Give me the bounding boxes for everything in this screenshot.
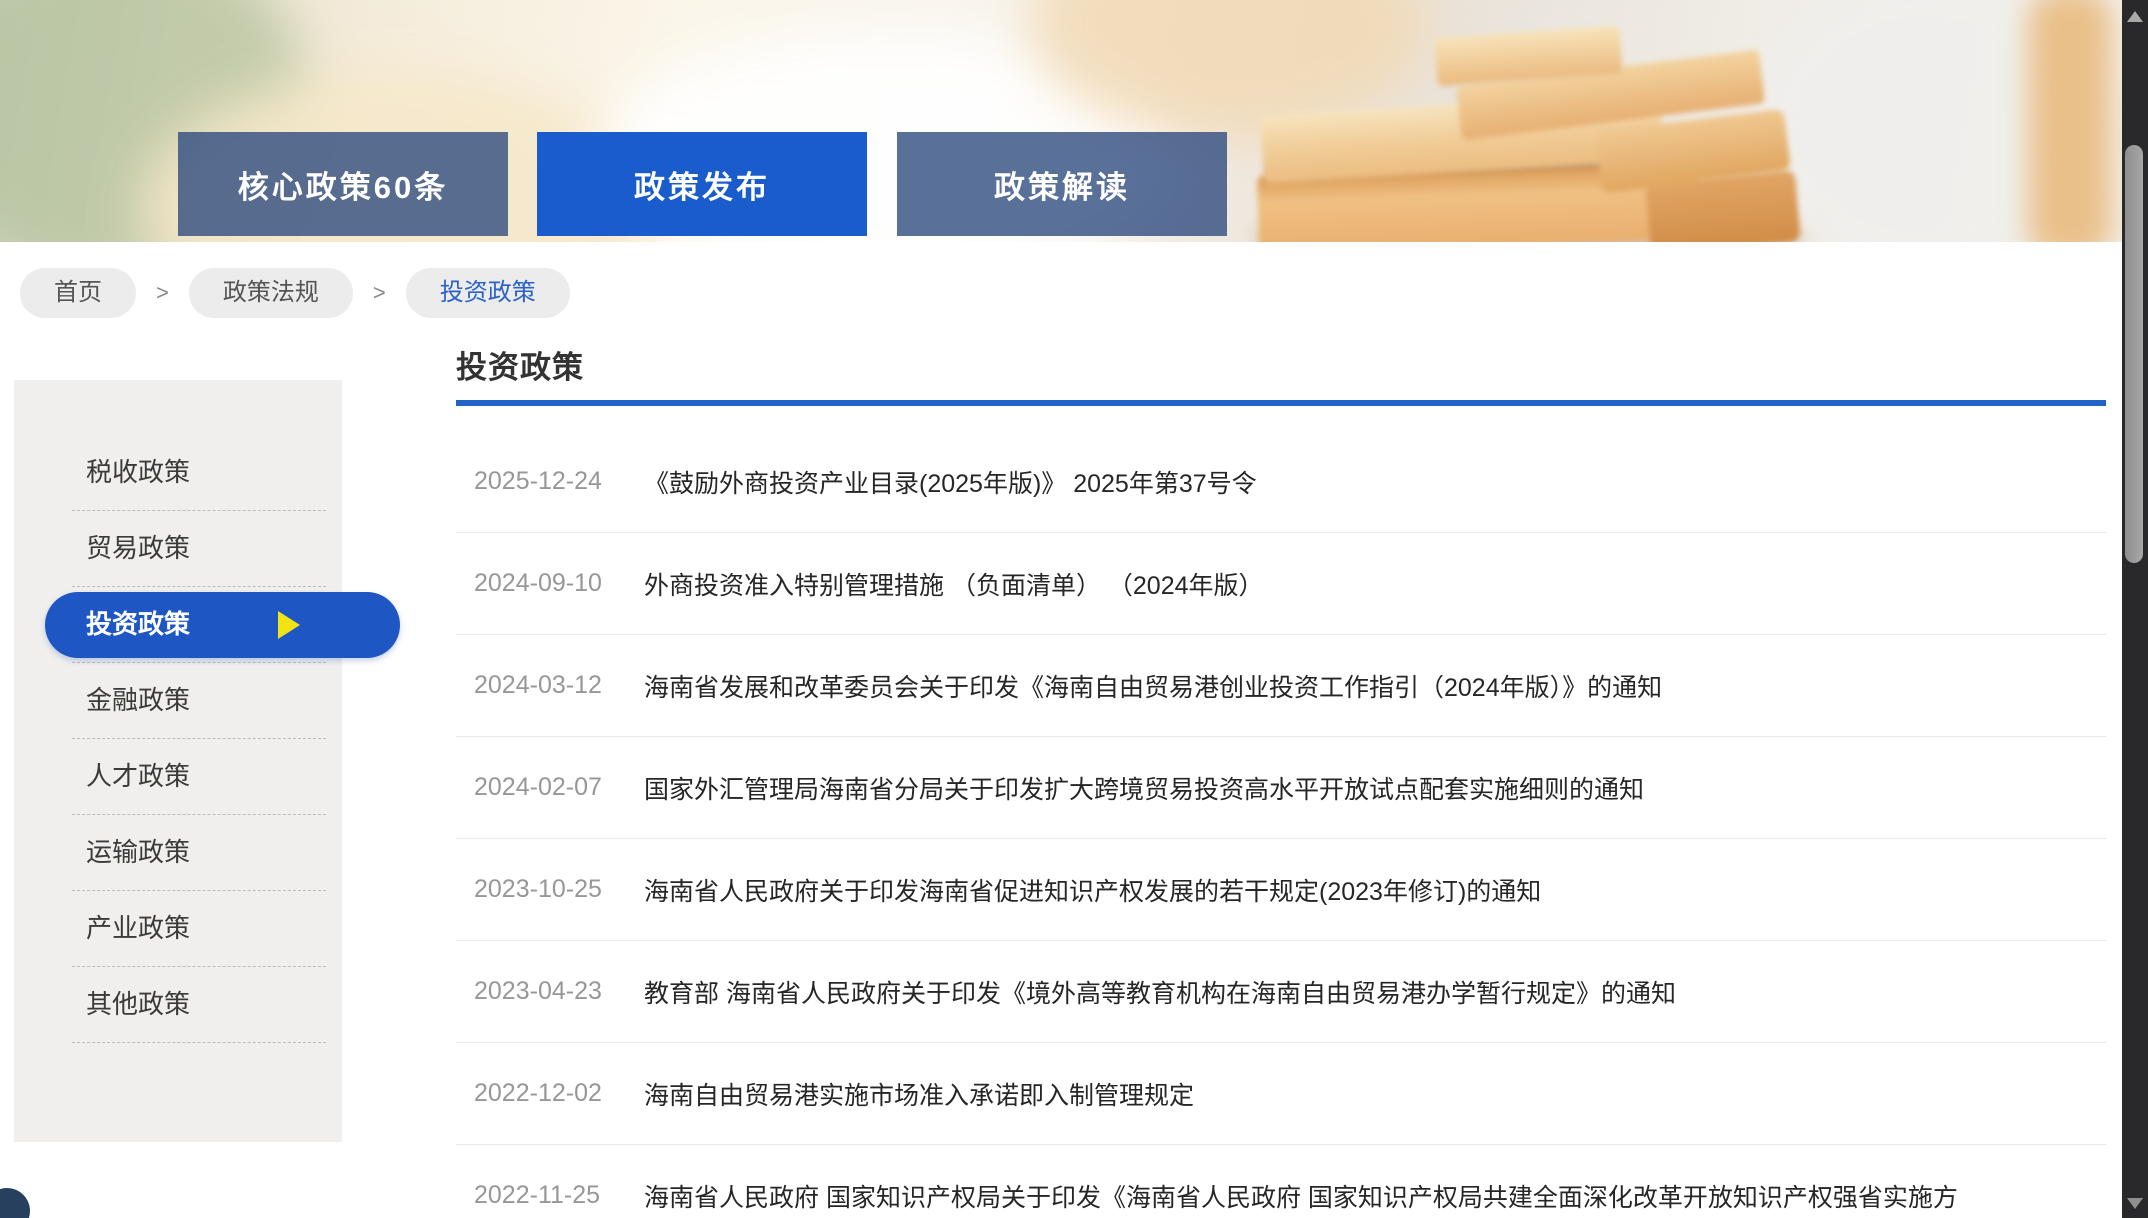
breadcrumb-investment-policy[interactable]: 投资政策 bbox=[406, 268, 570, 318]
policy-date: 2024-03-12 bbox=[456, 671, 644, 700]
sidebar-item-label: 金融政策 bbox=[72, 663, 326, 738]
sidebar-item-investment-policy[interactable]: 投资政策 bbox=[72, 587, 326, 663]
policy-date: 2023-10-25 bbox=[456, 875, 644, 904]
sidebar: 税收政策 贸易政策 投资政策 金融政策 人才政策 运输政策 产业政策 其他政策 bbox=[14, 380, 342, 1142]
sidebar-item-transport-policy[interactable]: 运输政策 bbox=[72, 815, 326, 891]
tab-policy-interpretation[interactable]: 政策解读 bbox=[897, 132, 1227, 236]
policy-date: 2024-02-07 bbox=[456, 773, 644, 802]
breadcrumb-home[interactable]: 首页 bbox=[20, 268, 136, 318]
policy-title-link[interactable]: 外商投资准入特别管理措施 （负面清单） （2024年版） bbox=[644, 566, 1264, 602]
arrow-right-icon bbox=[278, 611, 300, 639]
sidebar-item-finance-policy[interactable]: 金融政策 bbox=[72, 663, 326, 739]
policy-row[interactable]: 2022-12-02 海南自由贸易港实施市场准入承诺即入制管理规定 bbox=[456, 1043, 2106, 1145]
sidebar-item-industry-policy[interactable]: 产业政策 bbox=[72, 891, 326, 967]
policy-date: 2023-04-23 bbox=[456, 977, 644, 1006]
tab-core-policies[interactable]: 核心政策60条 bbox=[178, 132, 508, 236]
policy-title-link[interactable]: 海南省人民政府关于印发海南省促进知识产权发展的若干规定(2023年修订)的通知 bbox=[644, 872, 1541, 908]
tab-policy-release[interactable]: 政策发布 bbox=[537, 132, 867, 236]
policy-row[interactable]: 2022-11-25 海南省人民政府 国家知识产权局关于印发《海南省人民政府 国… bbox=[456, 1145, 2106, 1218]
policy-date: 2022-12-02 bbox=[456, 1079, 644, 1108]
breadcrumb-policies[interactable]: 政策法规 bbox=[189, 268, 353, 318]
scroll-up-icon[interactable] bbox=[2127, 11, 2143, 22]
vertical-scrollbar[interactable] bbox=[2122, 0, 2148, 1218]
policy-row[interactable]: 2023-04-23 教育部 海南省人民政府关于印发《境外高等教育机构在海南自由… bbox=[456, 941, 2106, 1043]
sidebar-item-label: 税收政策 bbox=[72, 435, 326, 510]
policy-date: 2025-12-24 bbox=[456, 467, 644, 496]
sidebar-item-label: 产业政策 bbox=[72, 891, 326, 966]
sidebar-item-label: 运输政策 bbox=[72, 815, 326, 890]
sidebar-item-label: 其他政策 bbox=[72, 967, 326, 1042]
policy-title-link[interactable]: 海南省人民政府 国家知识产权局关于印发《海南省人民政府 国家知识产权局共建全面深… bbox=[644, 1178, 1958, 1214]
policy-list: 2025-12-24 《鼓励外商投资产业目录(2025年版)》 2025年第37… bbox=[456, 431, 2106, 1218]
page-title: 投资政策 bbox=[456, 342, 584, 387]
policy-row[interactable]: 2024-02-07 国家外汇管理局海南省分局关于印发扩大跨境贸易投资高水平开放… bbox=[456, 737, 2106, 839]
policy-date: 2022-11-25 bbox=[456, 1181, 644, 1210]
policy-title-link[interactable]: 海南自由贸易港实施市场准入承诺即入制管理规定 bbox=[644, 1076, 1194, 1112]
page: 核心政策60条 政策发布 政策解读 首页 > 政策法规 > 投资政策 税收政策 … bbox=[0, 0, 2148, 1218]
sidebar-item-tax-policy[interactable]: 税收政策 bbox=[72, 435, 326, 511]
policy-title-link[interactable]: 海南省发展和改革委员会关于印发《海南自由贸易港创业投资工作指引（2024年版）》… bbox=[644, 668, 1662, 704]
breadcrumb-separator: > bbox=[156, 280, 169, 306]
sidebar-item-trade-policy[interactable]: 贸易政策 bbox=[72, 511, 326, 587]
policy-date: 2024-09-10 bbox=[456, 569, 644, 598]
breadcrumb-separator: > bbox=[373, 280, 386, 306]
banner-blur-blob bbox=[2028, 0, 2112, 242]
scroll-down-icon[interactable] bbox=[2127, 1198, 2143, 1209]
title-underline bbox=[456, 400, 2106, 406]
sidebar-item-label: 人才政策 bbox=[72, 739, 326, 814]
policy-row[interactable]: 2024-03-12 海南省发展和改革委员会关于印发《海南自由贸易港创业投资工作… bbox=[456, 635, 2106, 737]
policy-title-link[interactable]: 国家外汇管理局海南省分局关于印发扩大跨境贸易投资高水平开放试点配套实施细则的通知 bbox=[644, 770, 1644, 806]
policy-row[interactable]: 2023-10-25 海南省人民政府关于印发海南省促进知识产权发展的若干规定(2… bbox=[456, 839, 2106, 941]
policy-title-link[interactable]: 教育部 海南省人民政府关于印发《境外高等教育机构在海南自由贸易港办学暂行规定》的… bbox=[644, 974, 1676, 1010]
policy-title-link[interactable]: 《鼓励外商投资产业目录(2025年版)》 2025年第37号令 bbox=[644, 464, 1257, 500]
policy-row[interactable]: 2024-09-10 外商投资准入特别管理措施 （负面清单） （2024年版） bbox=[456, 533, 2106, 635]
sidebar-item-label: 贸易政策 bbox=[72, 511, 326, 586]
scrollbar-thumb[interactable] bbox=[2125, 145, 2143, 563]
breadcrumb: 首页 > 政策法规 > 投资政策 bbox=[20, 268, 570, 318]
sidebar-item-talent-policy[interactable]: 人才政策 bbox=[72, 739, 326, 815]
floating-widget-corner[interactable] bbox=[0, 1188, 30, 1218]
sidebar-item-other-policy[interactable]: 其他政策 bbox=[72, 967, 326, 1043]
policy-row[interactable]: 2025-12-24 《鼓励外商投资产业目录(2025年版)》 2025年第37… bbox=[456, 431, 2106, 533]
